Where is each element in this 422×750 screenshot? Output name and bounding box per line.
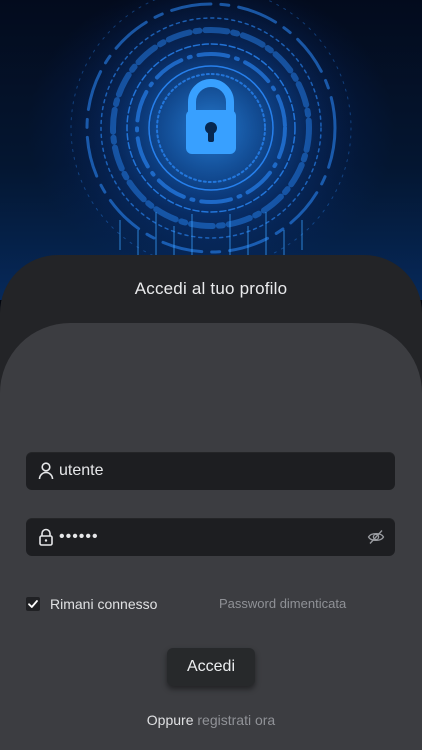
password-input[interactable]: •••••• xyxy=(59,518,99,556)
remember-label: Rimani connesso xyxy=(50,596,158,612)
user-icon xyxy=(38,462,54,480)
page-title: Accedi al tuo profilo xyxy=(134,279,288,298)
or-label: Oppure xyxy=(146,712,194,728)
remember-checkbox[interactable] xyxy=(26,597,40,611)
register-link[interactable]: registrati ora xyxy=(197,712,275,728)
login-card: utente •••••• Rimani connesso Password d… xyxy=(0,323,422,750)
login-sheet: Accedi al tuo profilo utente •••••• Rima… xyxy=(0,255,422,750)
login-button[interactable]: Accedi xyxy=(167,648,255,686)
username-field[interactable]: utente xyxy=(26,452,395,490)
remember-me[interactable]: Rimani connesso xyxy=(26,594,157,614)
forgot-password-link[interactable]: Password dimenticata xyxy=(219,596,346,611)
eye-off-icon[interactable] xyxy=(367,528,385,546)
username-input[interactable]: utente xyxy=(59,452,103,490)
register-line: Oppure registrati ora xyxy=(0,712,422,728)
password-field[interactable]: •••••• xyxy=(26,518,395,556)
check-icon xyxy=(28,600,38,608)
lock-icon xyxy=(39,528,53,546)
login-screen: Accedi al tuo profilo utente •••••• Rima… xyxy=(0,0,422,750)
